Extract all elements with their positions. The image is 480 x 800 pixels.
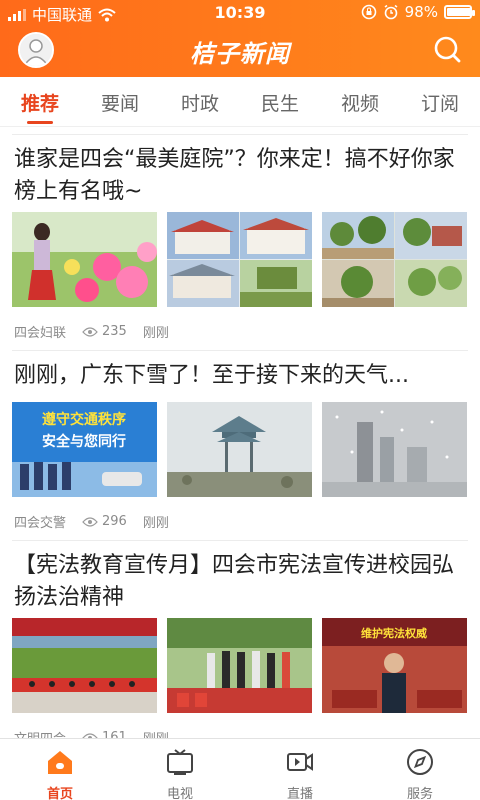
- alarm-icon: [384, 4, 398, 20]
- article-2-image-1[interactable]: 遵守交通秩序 安全与您同行: [12, 402, 157, 497]
- search-icon: [434, 36, 461, 63]
- article-3-image-3[interactable]: 维护宪法权威: [322, 618, 467, 713]
- article-1-meta: 四会妇联 235 刚刚: [14, 322, 169, 341]
- compass-icon: [407, 749, 433, 775]
- article-2-source: 四会交警: [14, 516, 67, 531]
- nav-service-label: 服务: [406, 787, 433, 800]
- article-1-image-2[interactable]: [167, 212, 312, 307]
- tab-headlines[interactable]: 要闻: [90, 89, 150, 116]
- rotation-lock-icon: [361, 4, 376, 20]
- bottom-nav: 首页 电视 直播 服务: [0, 738, 480, 800]
- article-2-sign-line2: 安全与您同行: [42, 433, 126, 450]
- article-3-meta: 文明四会 161 刚刚: [14, 728, 169, 738]
- tab-livelihood[interactable]: 民生: [250, 89, 310, 116]
- article-2-image-3[interactable]: [322, 402, 467, 497]
- header: 桔子新闻: [0, 26, 480, 77]
- category-tabs: 推荐 要闻 时政 民生 视频 订阅: [0, 77, 480, 127]
- eye-icon: [82, 516, 98, 527]
- divider: [12, 350, 468, 351]
- article-1-image-1[interactable]: [12, 212, 157, 307]
- tv-icon: [167, 749, 193, 775]
- nav-tv[interactable]: 电视: [140, 747, 220, 800]
- home-icon: [48, 751, 72, 774]
- article-2-views: 296: [102, 514, 127, 529]
- divider: [12, 540, 468, 541]
- tab-video[interactable]: 视频: [330, 89, 390, 116]
- article-2-time: 刚刚: [142, 516, 169, 531]
- divider: [12, 134, 468, 135]
- battery-icon: [444, 5, 475, 19]
- app-root: 中国联通 10:39 98% 桔子新闻 推荐 要闻 时政 民生 视频 订阅 谁家…: [0, 0, 480, 800]
- tab-subscribe[interactable]: 订阅: [410, 89, 470, 116]
- article-2-image-2[interactable]: [167, 402, 312, 497]
- article-1-title[interactable]: 谁家是四会“最美庭院”？你来定！搞不好你家榜上有名哦~: [14, 144, 466, 208]
- article-3-views: 161: [102, 730, 127, 738]
- app-title: 桔子新闻: [190, 40, 290, 68]
- article-1-source: 四会妇联: [14, 326, 67, 341]
- article-1-views: 235: [102, 324, 127, 339]
- article-2-sign-line1: 遵守交通秩序: [42, 411, 126, 428]
- article-3-time: 刚刚: [143, 728, 169, 738]
- article-3-image-2[interactable]: [167, 618, 312, 713]
- nav-live[interactable]: 直播: [260, 747, 340, 800]
- article-3-title[interactable]: 【宪法教育宣传月】四会市宪法宣传进校园弘扬法治精神: [14, 550, 466, 614]
- article-1-time: 刚刚: [142, 326, 169, 341]
- news-feed[interactable]: 谁家是四会“最美庭院”？你来定！搞不好你家榜上有名哦~ 四会妇联 235 刚刚 …: [0, 128, 480, 738]
- battery-percent: 98%: [404, 3, 438, 21]
- tab-recommend[interactable]: 推荐: [10, 89, 70, 116]
- article-2-meta: 四会交警 296 刚刚: [14, 512, 169, 531]
- article-1-image-3[interactable]: [322, 212, 467, 307]
- nav-home-label: 首页: [46, 787, 73, 800]
- search-button[interactable]: [430, 32, 466, 68]
- nav-home[interactable]: 首页: [20, 747, 100, 800]
- article-3-source: 文明四会: [14, 728, 66, 738]
- nav-tv-label: 电视: [166, 787, 193, 800]
- article-3-image-1[interactable]: [12, 618, 157, 713]
- status-bar: 中国联通 10:39 98%: [0, 0, 480, 26]
- status-right: 98%: [361, 3, 475, 21]
- article-3-banner-text: 维护宪法权威: [361, 626, 427, 640]
- eye-icon: [82, 326, 98, 337]
- active-tab-indicator: [27, 121, 53, 124]
- battery-fill: [447, 8, 471, 16]
- nav-service[interactable]: 服务: [380, 747, 460, 800]
- article-2-title[interactable]: 刚刚，广东下雪了！至于接下来的天气...: [14, 360, 466, 392]
- tab-politics[interactable]: 时政: [170, 89, 230, 116]
- video-camera-icon: [287, 753, 313, 771]
- top-bar: 中国联通 10:39 98% 桔子新闻: [0, 0, 480, 77]
- nav-live-label: 直播: [286, 787, 313, 800]
